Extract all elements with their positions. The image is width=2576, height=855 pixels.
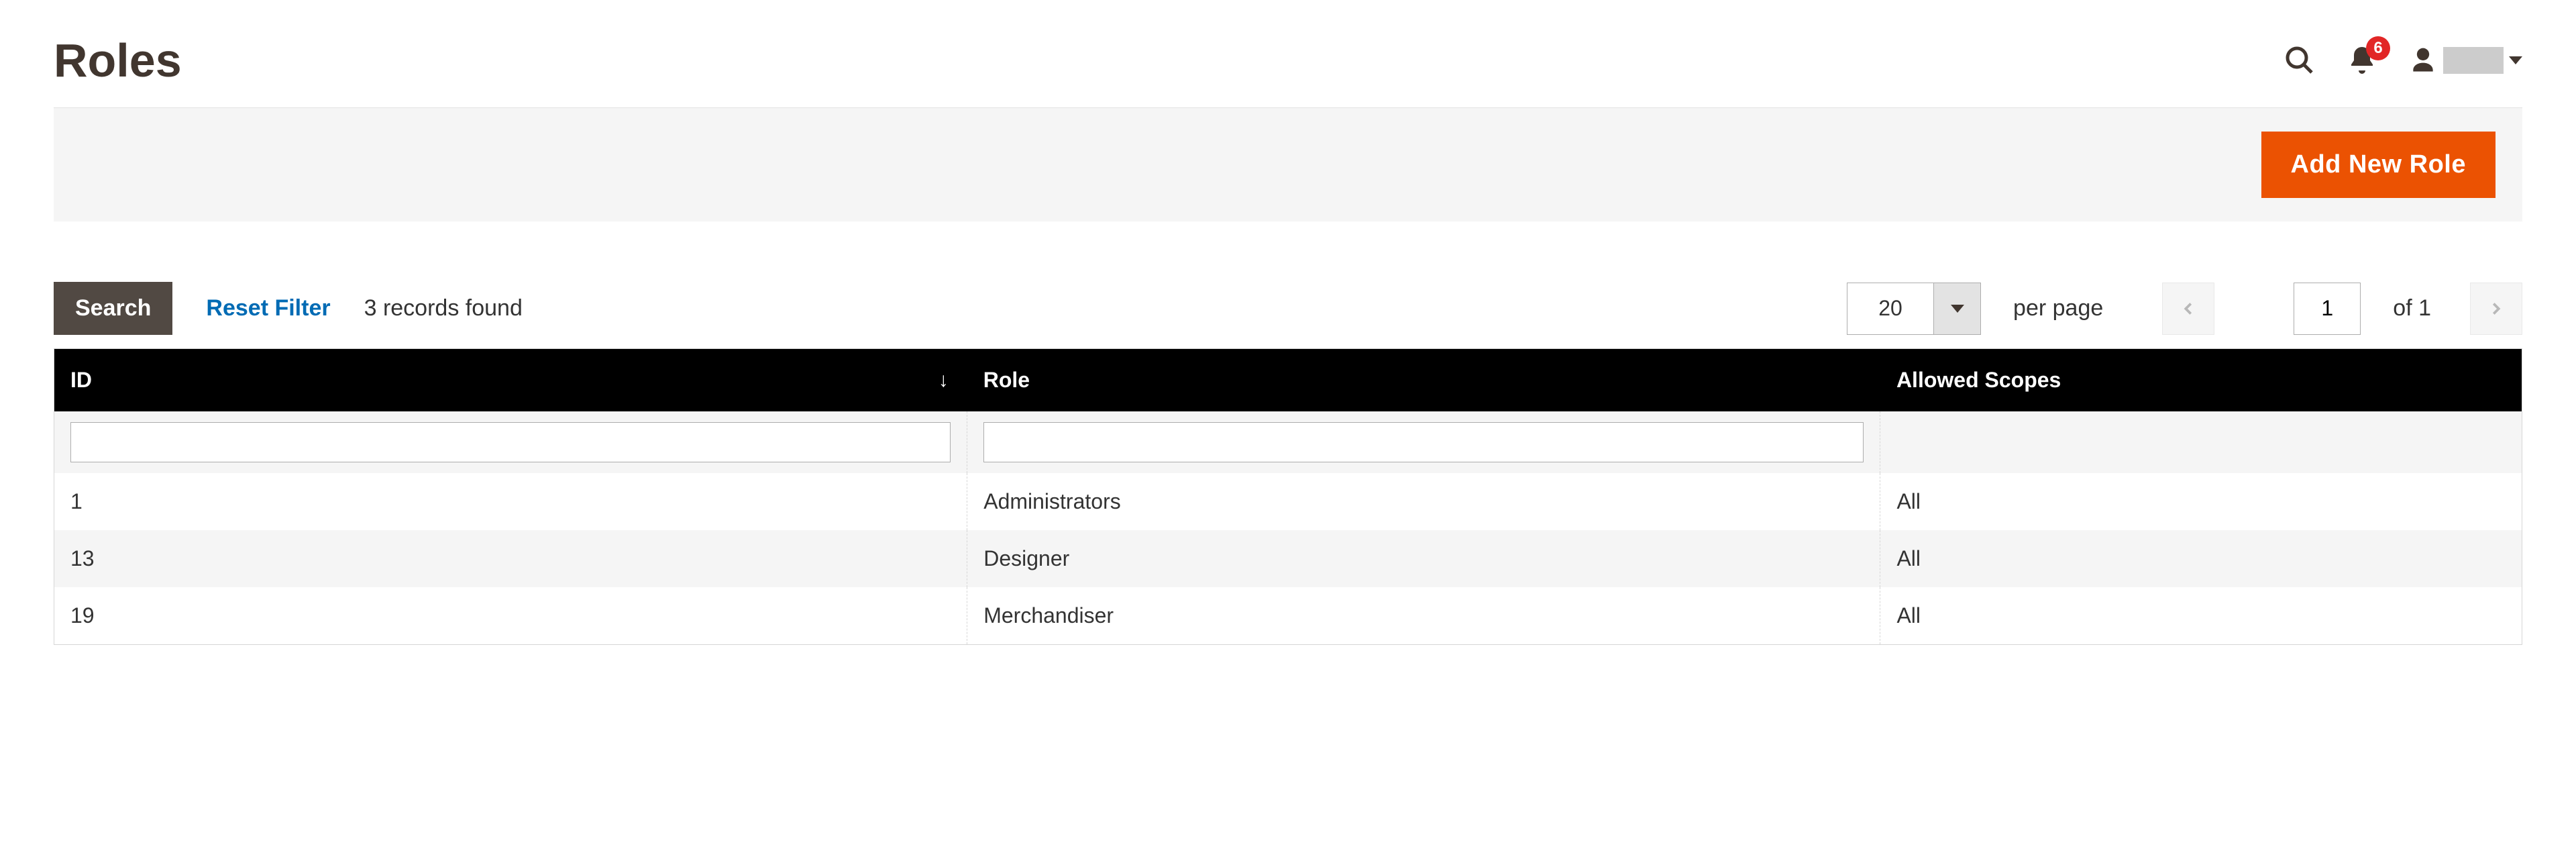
- notification-badge: 6: [2366, 36, 2390, 60]
- chevron-left-icon: [2178, 299, 2198, 319]
- next-page-button[interactable]: [2470, 283, 2522, 335]
- chevron-down-icon: [2509, 56, 2522, 64]
- page-header: Roles 6: [54, 0, 2522, 107]
- action-bar: Add New Role: [54, 107, 2522, 221]
- add-new-role-button[interactable]: Add New Role: [2261, 132, 2496, 198]
- chevron-right-icon: [2486, 299, 2506, 319]
- reset-filter-link[interactable]: Reset Filter: [206, 295, 330, 321]
- column-header-id[interactable]: ID ↓: [54, 349, 967, 412]
- filter-row: [54, 411, 2522, 473]
- roles-table: ID ↓ Role Allowed Scopes 1 Administrator…: [54, 348, 2522, 645]
- current-page-input[interactable]: [2294, 283, 2361, 335]
- filter-input-role[interactable]: [983, 422, 1864, 462]
- search-button[interactable]: Search: [54, 282, 172, 335]
- user-name-placeholder: [2443, 47, 2504, 74]
- toolbar-right: per page of 1: [1847, 283, 2522, 335]
- cell-scopes: All: [1880, 473, 2522, 530]
- records-found-label: 3 records found: [364, 295, 523, 321]
- toolbar-left: Search Reset Filter 3 records found: [54, 282, 523, 335]
- filter-cell-scopes: [1880, 411, 2522, 473]
- per-page-label: per page: [2013, 295, 2103, 321]
- column-header-scopes-label: Allowed Scopes: [1896, 368, 2061, 392]
- table-row[interactable]: 1 Administrators All: [54, 473, 2522, 530]
- filter-input-id[interactable]: [70, 422, 951, 462]
- cell-role: Merchandiser: [967, 587, 1880, 645]
- page-size-control: [1847, 283, 1981, 335]
- search-icon[interactable]: [2284, 44, 2316, 77]
- column-header-scopes[interactable]: Allowed Scopes: [1880, 349, 2522, 412]
- page-of-label: of 1: [2393, 295, 2431, 321]
- user-menu[interactable]: [2408, 46, 2522, 75]
- grid-toolbar: Search Reset Filter 3 records found per …: [54, 282, 2522, 335]
- page-size-dropdown-button[interactable]: [1934, 283, 1981, 335]
- page-title: Roles: [54, 34, 182, 87]
- prev-page-button[interactable]: [2162, 283, 2214, 335]
- cell-scopes: All: [1880, 530, 2522, 587]
- notifications-icon[interactable]: 6: [2346, 44, 2378, 77]
- user-icon: [2408, 46, 2438, 75]
- cell-role: Administrators: [967, 473, 1880, 530]
- column-header-role-label: Role: [983, 368, 1030, 392]
- cell-role: Designer: [967, 530, 1880, 587]
- column-header-role[interactable]: Role: [967, 349, 1880, 412]
- cell-id: 13: [54, 530, 967, 587]
- table-row[interactable]: 19 Merchandiser All: [54, 587, 2522, 645]
- column-header-id-label: ID: [70, 368, 92, 392]
- header-actions: 6: [2284, 44, 2522, 77]
- caret-down-icon: [1951, 305, 1964, 313]
- cell-scopes: All: [1880, 587, 2522, 645]
- page-size-input[interactable]: [1847, 283, 1934, 335]
- cell-id: 1: [54, 473, 967, 530]
- sort-arrow-down-icon: ↓: [938, 369, 949, 392]
- table-row[interactable]: 13 Designer All: [54, 530, 2522, 587]
- cell-id: 19: [54, 587, 967, 645]
